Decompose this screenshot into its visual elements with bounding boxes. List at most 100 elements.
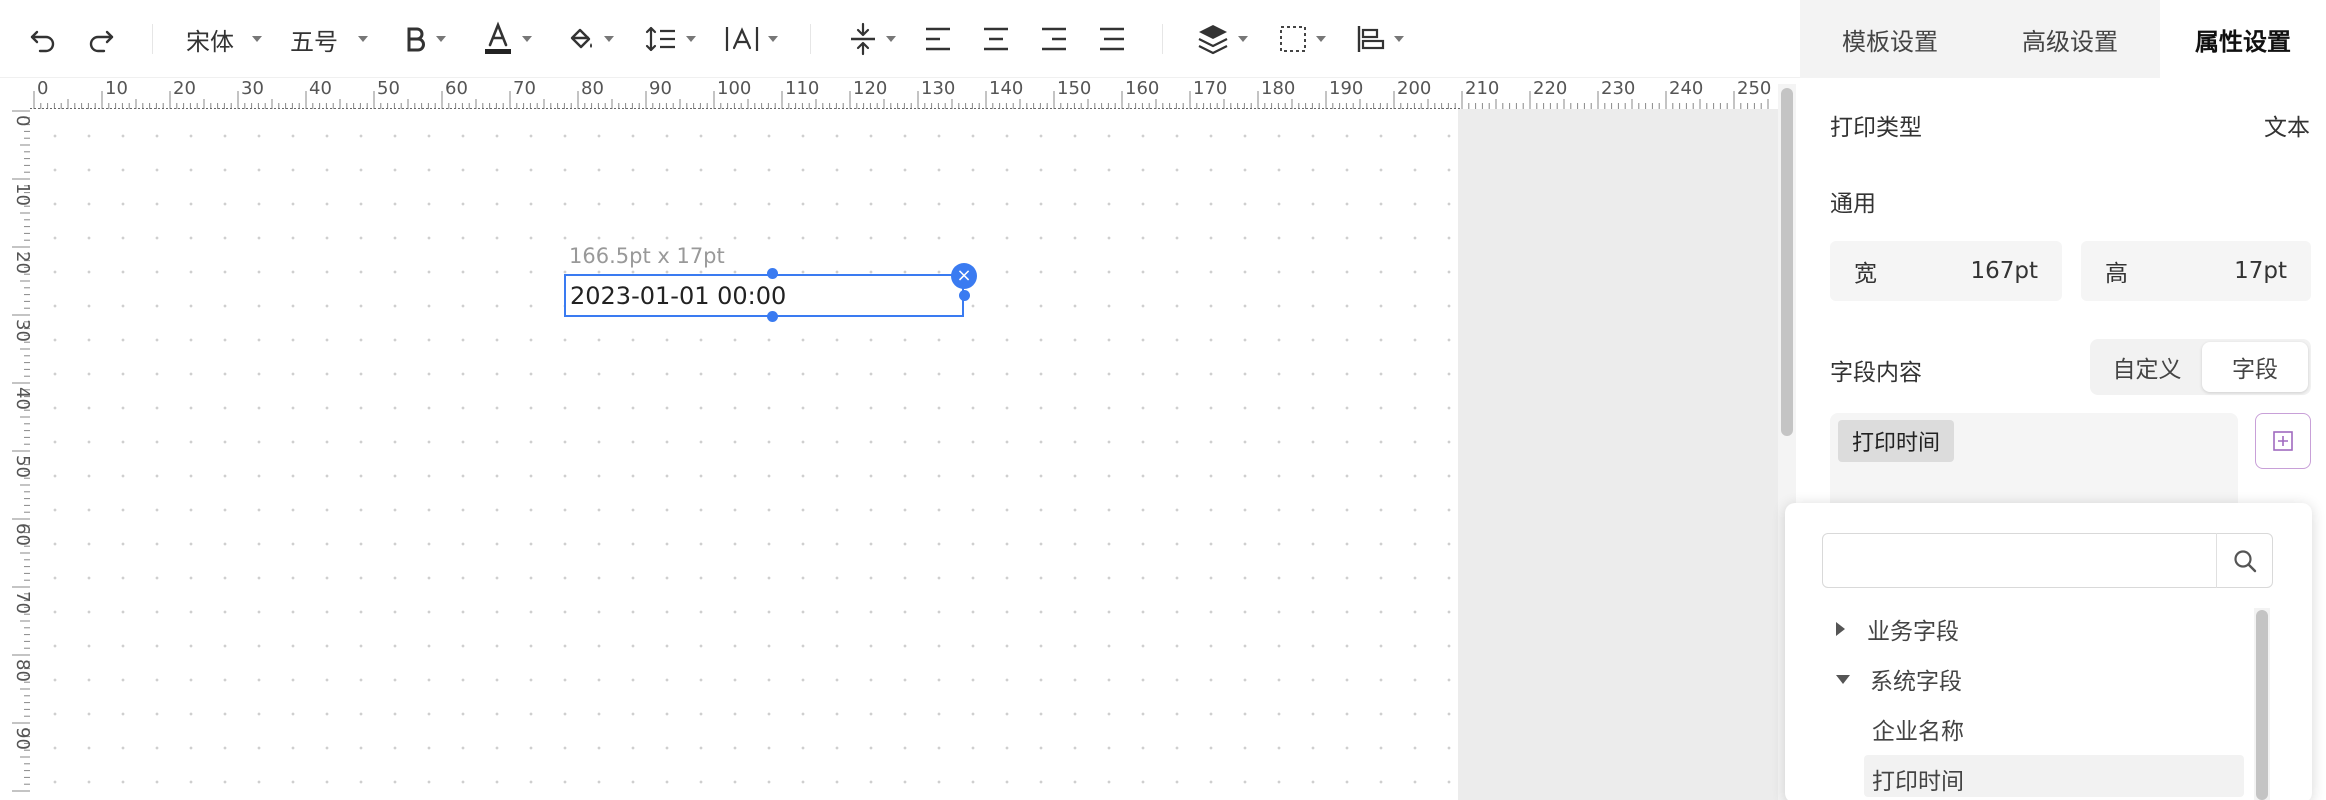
resize-handle-right[interactable] (959, 290, 970, 301)
height-field[interactable]: 高 17pt (2081, 241, 2311, 301)
ruler-label: 60 (12, 523, 30, 546)
layer-button[interactable] (1196, 16, 1248, 62)
selected-field-chip[interactable]: 打印时间 (1838, 420, 1955, 462)
tree-item-system-fields[interactable]: 系统字段 (1836, 662, 1962, 696)
redo-button[interactable] (86, 16, 116, 62)
tab-template-settings[interactable]: 模板设置 (1800, 0, 1980, 78)
line-height-button[interactable] (644, 16, 696, 62)
height-value: 17pt (2234, 258, 2287, 284)
ruler-label: 30 (12, 319, 30, 342)
ruler-label: 60 (445, 78, 468, 99)
close-icon: × (956, 265, 972, 286)
resize-handle-top[interactable] (767, 268, 778, 279)
delete-element-button[interactable]: × (951, 263, 977, 289)
bold-icon (407, 27, 425, 52)
undo-icon (30, 30, 55, 53)
tree-item-label: 系统字段 (1870, 669, 1962, 695)
ruler-label: 250 (1737, 78, 1771, 99)
font-size-value: 五号 (290, 27, 338, 56)
tree-item-business-fields[interactable]: 业务字段 (1836, 612, 1959, 646)
font-family-select[interactable]: 宋体 (186, 16, 262, 62)
toolbar-divider (1162, 24, 1163, 54)
toolbar: 宋体 五号 (0, 0, 1800, 78)
font-family-value: 宋体 (186, 27, 234, 56)
vertical-center-button[interactable] (848, 16, 896, 62)
border-icon (1280, 26, 1306, 52)
ruler-label: 80 (12, 659, 30, 682)
design-canvas[interactable] (30, 109, 1460, 800)
border-button[interactable] (1278, 16, 1326, 62)
ruler-label: 180 (1261, 78, 1295, 99)
add-square-icon (2273, 431, 2293, 451)
ruler-label: 10 (105, 78, 128, 99)
mode-custom-option[interactable]: 自定义 (2096, 342, 2198, 392)
ruler-label: 230 (1601, 78, 1635, 99)
canvas-outside-area (1458, 109, 1778, 800)
field-content-label: 字段内容 (1830, 360, 1922, 386)
width-value: 167pt (1970, 258, 2038, 284)
align-objects-button[interactable] (1356, 16, 1404, 62)
align-objects-icon (1357, 26, 1385, 52)
chevron-down-icon (1316, 36, 1326, 42)
ruler-label: 0 (37, 78, 48, 99)
tree-item-print-time[interactable]: 打印时间 (1872, 762, 1964, 796)
selected-text-element[interactable]: 2023-01-01 00:00 (564, 274, 964, 317)
ruler-label: 90 (12, 727, 30, 750)
element-text: 2023-01-01 00:00 (570, 282, 787, 310)
font-size-select[interactable]: 五号 (290, 16, 368, 62)
caret-right-icon (1836, 622, 1845, 636)
ruler-label: 50 (12, 455, 30, 478)
field-search-input[interactable] (1833, 542, 2203, 580)
ruler-label: 20 (12, 251, 30, 274)
line-height-icon (645, 26, 675, 52)
tab-advanced-settings[interactable]: 高级设置 (1980, 0, 2160, 78)
dropdown-scrollbar-thumb[interactable] (2256, 610, 2268, 800)
ruler-label: 100 (717, 78, 751, 99)
align-right-button[interactable] (1040, 16, 1068, 62)
add-field-button[interactable] (2255, 413, 2311, 469)
chevron-down-icon (604, 36, 614, 42)
width-field[interactable]: 宽 167pt (1830, 241, 2062, 301)
undo-button[interactable] (28, 16, 58, 62)
ruler-label: 90 (649, 78, 672, 99)
chevron-down-icon (522, 36, 532, 42)
ruler-label: 30 (241, 78, 264, 99)
mode-field-option[interactable]: 字段 (2202, 342, 2308, 392)
ruler-label: 10 (12, 183, 30, 206)
chevron-down-icon (1238, 36, 1248, 42)
resize-handle-bottom[interactable] (767, 311, 778, 322)
tree-item-company-name[interactable]: 企业名称 (1872, 712, 1964, 746)
panel-tabs: 模板设置 高级设置 属性设置 (1800, 0, 2326, 78)
search-button[interactable] (2216, 533, 2273, 588)
align-justify-button[interactable] (1098, 16, 1126, 62)
ruler-label: 20 (173, 78, 196, 99)
align-left-button[interactable] (924, 16, 952, 62)
vertical-align-center-icon (851, 22, 875, 56)
ruler-label: 130 (921, 78, 955, 99)
align-center-icon (984, 27, 1008, 51)
tab-property-settings[interactable]: 属性设置 (2160, 0, 2326, 78)
chevron-down-icon (1394, 36, 1404, 42)
selection-size-label: 166.5pt x 17pt (563, 242, 731, 270)
ruler-label: 200 (1397, 78, 1431, 99)
app-window: 宋体 五号 0 10 20 30 40 50 60 70 80 90 100 1… (0, 0, 2326, 800)
font-color-button[interactable] (482, 16, 532, 62)
chevron-down-icon (358, 36, 368, 42)
fill-color-button[interactable] (566, 16, 614, 62)
ruler-label: 210 (1465, 78, 1499, 99)
letter-spacing-button[interactable] (724, 16, 778, 62)
ruler-label: 110 (785, 78, 819, 99)
ruler-label: 40 (309, 78, 332, 99)
canvas-scrollbar-thumb[interactable] (1781, 88, 1793, 436)
content-mode-toggle: 自定义 字段 (2090, 339, 2311, 395)
align-center-button[interactable] (982, 16, 1010, 62)
print-type-value: 文本 (2264, 115, 2310, 141)
caret-down-icon (1836, 674, 1850, 684)
horizontal-ruler: 0 10 20 30 40 50 60 70 80 90 100 110 120 130 140 150 160… (0, 78, 1778, 109)
chevron-down-icon (886, 36, 896, 42)
chevron-down-icon (252, 36, 262, 42)
tree-item-label: 业务字段 (1867, 619, 1959, 645)
font-color-icon (485, 21, 511, 54)
bold-button[interactable] (404, 16, 446, 62)
width-label: 宽 (1854, 261, 1877, 287)
